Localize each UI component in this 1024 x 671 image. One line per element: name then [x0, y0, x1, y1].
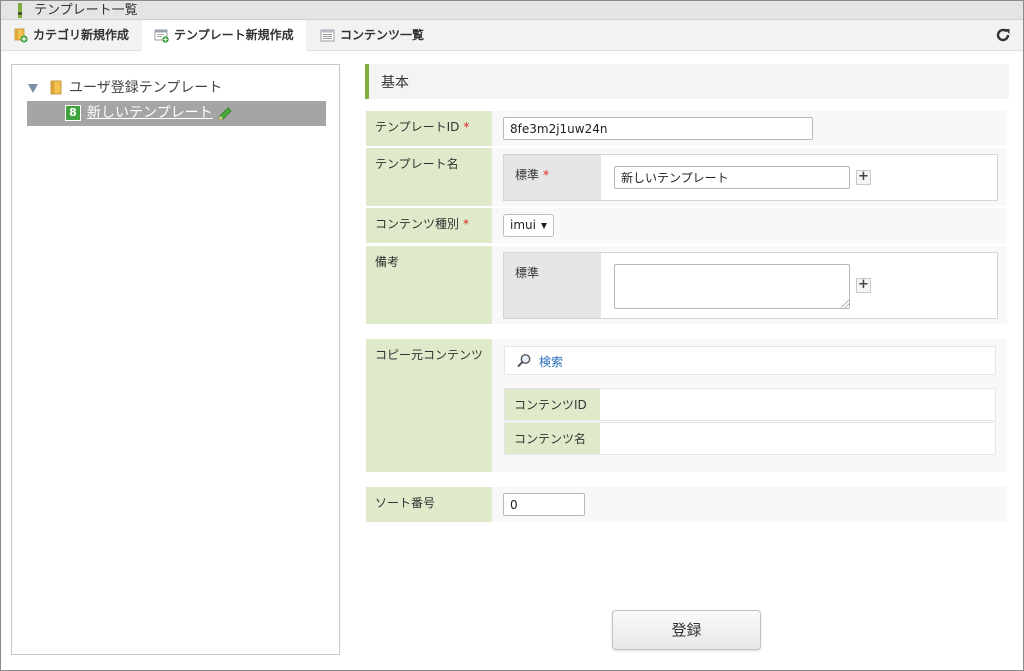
- locale-label: 標準: [504, 253, 601, 318]
- tree-item-new-template[interactable]: 8 新しいテンプレート: [27, 101, 326, 126]
- section-header: 基本: [365, 64, 1009, 99]
- tab-template-create[interactable]: テンプレート新規作成: [142, 20, 306, 51]
- magnifier-icon[interactable]: [516, 353, 532, 369]
- template-name-input[interactable]: [614, 166, 850, 189]
- field-label-sort-number: ソート番号: [366, 487, 492, 522]
- section-title: 基本: [381, 75, 409, 91]
- tree-root-label: ユーザ登録テンプレート: [69, 80, 223, 96]
- tab-content-list[interactable]: コンテンツ一覧: [308, 20, 438, 51]
- content-name-label: コンテンツ名: [505, 423, 600, 454]
- tree-item-label[interactable]: 新しいテンプレート: [87, 104, 213, 122]
- field-label-template-name: テンプレート名: [366, 148, 492, 206]
- category-tree-panel: ユーザ登録テンプレート 8 新しいテンプレート: [11, 64, 340, 655]
- refresh-icon[interactable]: [995, 27, 1011, 43]
- locale-label-text: 標準: [515, 266, 540, 280]
- row-template-id: テンプレートID *: [366, 111, 1007, 146]
- register-button[interactable]: 登録: [612, 610, 761, 650]
- template-name-locale-box: 標準* +: [503, 154, 998, 201]
- sort-number-input[interactable]: [503, 493, 585, 516]
- tab-bar: カテゴリ新規作成 テンプレート新規作成 コンテンツ一覧: [1, 20, 1023, 51]
- add-locale-button[interactable]: +: [856, 170, 871, 185]
- required-mark: *: [463, 120, 470, 134]
- remarks-textarea[interactable]: [614, 264, 850, 309]
- field-label-copy-source: コピー元コンテンツ: [366, 339, 492, 472]
- label-text: ソート番号: [375, 496, 436, 510]
- folder-icon: [50, 80, 62, 95]
- label-text: テンプレートID: [375, 120, 460, 134]
- label-text: テンプレート名: [375, 157, 459, 171]
- content-id-label: コンテンツID: [505, 389, 600, 420]
- field-label-template-id: テンプレートID *: [366, 111, 492, 146]
- remarks-locale-box: 標準 +: [503, 252, 998, 319]
- title-marker-icon: [18, 3, 22, 18]
- template-add-icon: [154, 29, 169, 43]
- tab-category-create[interactable]: カテゴリ新規作成: [1, 20, 141, 51]
- dropdown-caret-icon: [541, 223, 547, 229]
- resize-grip-icon[interactable]: [841, 300, 849, 308]
- row-sort-number: ソート番号: [366, 487, 1007, 522]
- add-locale-button[interactable]: +: [856, 278, 871, 293]
- row-template-name: テンプレート名 標準* +: [366, 148, 1007, 206]
- content-name-row: コンテンツ名: [504, 422, 996, 455]
- required-mark: *: [463, 217, 470, 231]
- search-link[interactable]: 検索: [539, 353, 563, 370]
- label-text: コンテンツ種別: [375, 217, 460, 231]
- field-label-remarks: 備考: [366, 246, 492, 324]
- template-id-input[interactable]: [503, 117, 813, 140]
- locale-label-text: 標準: [515, 168, 540, 182]
- label-text: コピー元コンテンツ: [375, 348, 484, 362]
- tab-label: コンテンツ一覧: [340, 28, 425, 42]
- row-copy-source: コピー元コンテンツ 検索 コンテンツID コンテンツ名: [366, 339, 1007, 472]
- window-title: テンプレート一覧: [34, 3, 138, 18]
- select-value: imui: [510, 218, 536, 232]
- label-text: 備考: [375, 255, 400, 269]
- category-add-icon: [14, 28, 28, 43]
- tab-label: テンプレート新規作成: [174, 28, 294, 42]
- required-mark: *: [543, 168, 550, 182]
- field-label-content-type: コンテンツ種別 *: [366, 208, 492, 243]
- tab-label: カテゴリ新規作成: [33, 28, 130, 42]
- copy-source-search-box: 検索: [504, 346, 996, 375]
- content-type-select[interactable]: imui: [503, 214, 554, 237]
- expand-arrow-icon[interactable]: [28, 84, 38, 93]
- list-icon: [320, 29, 335, 42]
- locale-label: 標準 *: [504, 155, 601, 200]
- content-id-row: コンテンツID: [504, 388, 996, 421]
- row-content-type: コンテンツ種別 * imui: [366, 208, 1007, 243]
- row-remarks: 備考 標準 +: [366, 246, 1007, 324]
- edit-pencil-icon[interactable]: [217, 106, 233, 122]
- title-bar: テンプレート一覧: [1, 1, 1023, 20]
- template-badge-icon: 8: [65, 105, 81, 121]
